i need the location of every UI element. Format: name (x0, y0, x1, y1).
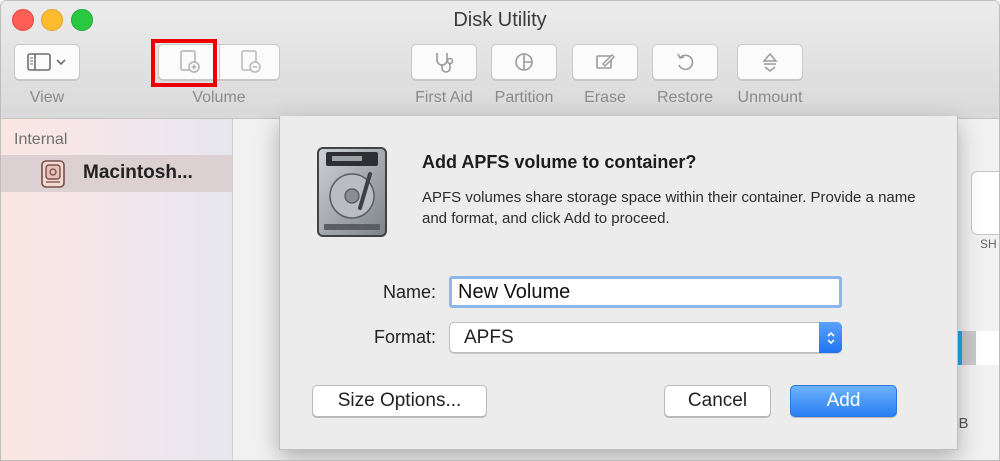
volume-name-input[interactable] (449, 276, 842, 308)
card-label-fragment: SH (980, 237, 997, 251)
stethoscope-icon (436, 53, 454, 73)
name-label: Name: (382, 282, 436, 302)
sidebar-view-icon (27, 53, 66, 71)
unmount-eject-icon (762, 52, 778, 72)
restore-arrow-icon (677, 53, 694, 71)
remove-volume-button[interactable] (219, 44, 280, 80)
partition-button[interactable] (491, 44, 557, 80)
sidebar-item-macintosh[interactable]: Macintosh... (1, 155, 232, 192)
format-select[interactable]: APFS (449, 322, 842, 353)
dialog-title: Add APFS volume to container? (422, 152, 697, 172)
sidebar: Internal Macintosh... (1, 119, 233, 460)
add-volume-sheet: Add APFS volume to container? APFS volum… (279, 116, 958, 450)
volume-highlight-box (151, 39, 217, 87)
format-selected-value: APFS (464, 327, 514, 348)
view-label: View (29, 89, 65, 106)
add-button[interactable]: Add (790, 385, 897, 417)
sidebar-section-internal: Internal (14, 131, 68, 148)
sidebar-item-label: Macintosh... (83, 162, 193, 183)
disk-utility-window: Disk Utility View Volume First Aid Parti… (0, 0, 1000, 461)
erase-pencil-icon (596, 54, 615, 69)
internal-disk-icon (41, 160, 65, 188)
size-options-button[interactable]: Size Options... (312, 385, 487, 417)
erase-button[interactable] (572, 44, 638, 80)
dialog-message: APFS volumes share storage space within … (422, 189, 916, 227)
partition-pie-icon (515, 53, 533, 71)
up-down-chevron-icon (819, 322, 842, 353)
first-aid-button[interactable] (411, 44, 477, 80)
first-aid-label: First Aid (415, 89, 473, 106)
hard-drive-icon (317, 147, 387, 237)
restore-label: Restore (656, 89, 714, 106)
unmount-button[interactable] (737, 44, 803, 80)
cancel-button[interactable]: Cancel (664, 385, 771, 417)
remove-volume-icon (240, 50, 261, 73)
erase-label: Erase (584, 89, 626, 106)
volume-card (971, 171, 999, 235)
toolbar: Disk Utility View Volume First Aid Parti… (1, 1, 999, 119)
partition-label: Partition (494, 89, 554, 106)
volume-label: Volume (192, 89, 246, 106)
window-title: Disk Utility (453, 9, 547, 31)
format-label: Format: (373, 327, 436, 347)
unmount-label: Unmount (737, 89, 803, 106)
view-button[interactable] (14, 44, 80, 80)
restore-button[interactable] (652, 44, 718, 80)
